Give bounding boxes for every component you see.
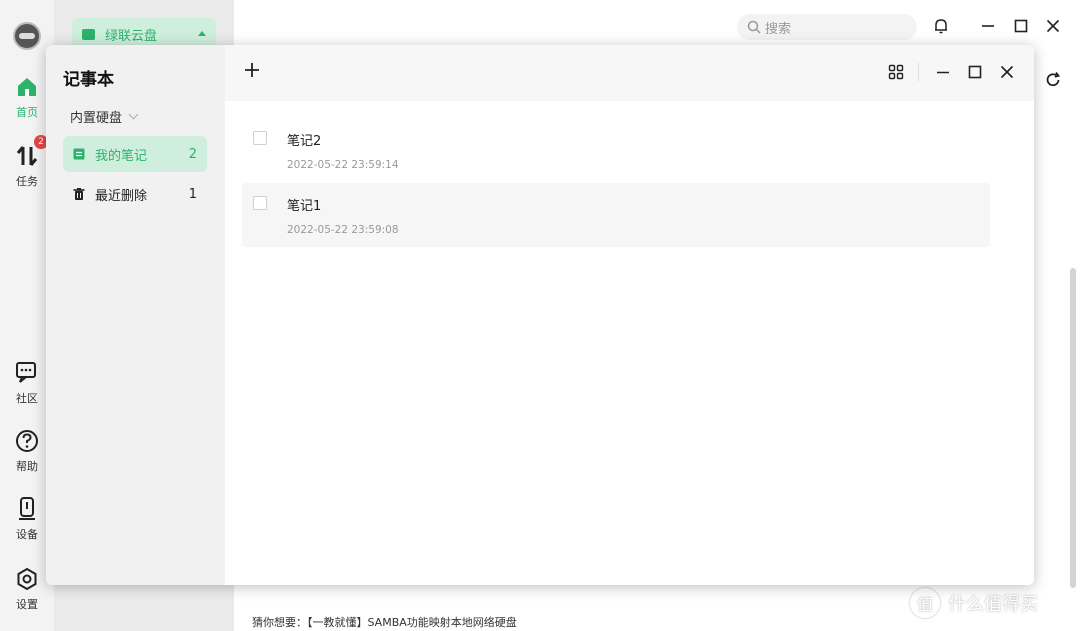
note-count: 2 xyxy=(188,146,197,162)
note-title: 笔记2 xyxy=(287,134,322,149)
notepad-close-button[interactable] xyxy=(998,63,1016,81)
maximize-icon xyxy=(1014,19,1028,33)
sidebar-item-label: 我的笔记 xyxy=(95,148,148,164)
maximize-button[interactable] xyxy=(1011,16,1031,36)
rail-label: 首页 xyxy=(16,106,38,119)
minimize-icon xyxy=(982,25,994,27)
add-note-button[interactable] xyxy=(243,61,261,79)
scrollbar[interactable] xyxy=(1070,268,1076,588)
note-timestamp: 2022-05-22 23:59:08 xyxy=(287,224,399,236)
close-icon xyxy=(1000,65,1014,79)
transfer-icon: 2 xyxy=(14,135,48,169)
close-button[interactable] xyxy=(1043,16,1063,36)
avatar[interactable] xyxy=(13,22,41,50)
notepad-toolbar xyxy=(225,45,1034,101)
search-placeholder: 搜索 xyxy=(765,21,792,37)
bell-icon[interactable] xyxy=(931,16,951,36)
note-checkbox[interactable] xyxy=(253,131,267,145)
minimize-icon xyxy=(937,71,949,74)
sidebar-item-label: 最近删除 xyxy=(95,188,148,204)
rail-label: 设备 xyxy=(16,528,38,541)
note-title: 笔记1 xyxy=(287,199,322,214)
notepad-sidebar: 记事本 内置硬盘 我的笔记 2 最近删除 1 xyxy=(46,45,225,585)
grid-view-button[interactable] xyxy=(887,63,905,81)
toolbar-divider xyxy=(918,63,919,81)
notepad-window: 记事本 内置硬盘 我的笔记 2 最近删除 1 笔记2 2022-05-22 23… xyxy=(46,45,1034,585)
note-list-item[interactable]: 笔记2 2022-05-22 23:59:14 xyxy=(242,118,990,182)
note-list-item[interactable]: 笔记1 2022-05-22 23:59:08 xyxy=(242,183,990,247)
rail-label: 帮助 xyxy=(16,460,38,473)
sidebar-item-recently-deleted[interactable]: 最近删除 1 xyxy=(63,176,207,212)
help-icon xyxy=(14,428,40,454)
note-checkbox[interactable] xyxy=(253,196,267,210)
grid-icon xyxy=(888,64,904,80)
disk-selector-label: 内置硬盘 xyxy=(70,111,123,126)
cloud-selector-label: 绿联云盘 xyxy=(105,28,158,44)
watermark: 值 什么值得买 xyxy=(910,588,1038,618)
search-icon xyxy=(747,20,761,34)
chat-icon xyxy=(14,360,40,386)
rail-label: 设置 xyxy=(16,598,38,611)
chevron-down-icon xyxy=(128,109,139,120)
rail-label: 社区 xyxy=(16,392,38,405)
suggestion-link[interactable]: 猜你想要：【一教就懂】SAMBA功能映射本地网络硬盘 xyxy=(252,614,517,630)
home-icon xyxy=(14,74,40,100)
search-input[interactable]: 搜索 xyxy=(737,14,917,40)
disk-selector[interactable]: 内置硬盘 xyxy=(70,107,139,126)
device-icon xyxy=(14,496,40,522)
caret-up-icon xyxy=(198,31,206,36)
notepad-maximize-button[interactable] xyxy=(966,63,984,81)
maximize-icon xyxy=(968,65,982,79)
notepad-title: 记事本 xyxy=(63,70,114,90)
sidebar-item-my-notes[interactable]: 我的笔记 2 xyxy=(63,136,207,172)
notepad-minimize-button[interactable] xyxy=(934,63,952,81)
trash-icon xyxy=(73,188,85,200)
notepad-main: 笔记2 2022-05-22 23:59:14 笔记1 2022-05-22 2… xyxy=(225,45,1034,585)
note-timestamp: 2022-05-22 23:59:14 xyxy=(287,159,399,171)
rail-label: 任务 xyxy=(16,175,38,188)
plus-icon xyxy=(245,63,259,77)
settings-icon xyxy=(14,566,40,592)
watermark-text: 什么值得买 xyxy=(948,594,1038,615)
note-count: 1 xyxy=(188,186,197,202)
refresh-icon[interactable] xyxy=(1044,71,1062,89)
folder-icon xyxy=(82,28,95,40)
minimize-button[interactable] xyxy=(978,16,998,36)
close-icon xyxy=(1046,19,1060,33)
note-icon xyxy=(73,148,85,160)
watermark-logo-icon: 值 xyxy=(910,588,940,618)
